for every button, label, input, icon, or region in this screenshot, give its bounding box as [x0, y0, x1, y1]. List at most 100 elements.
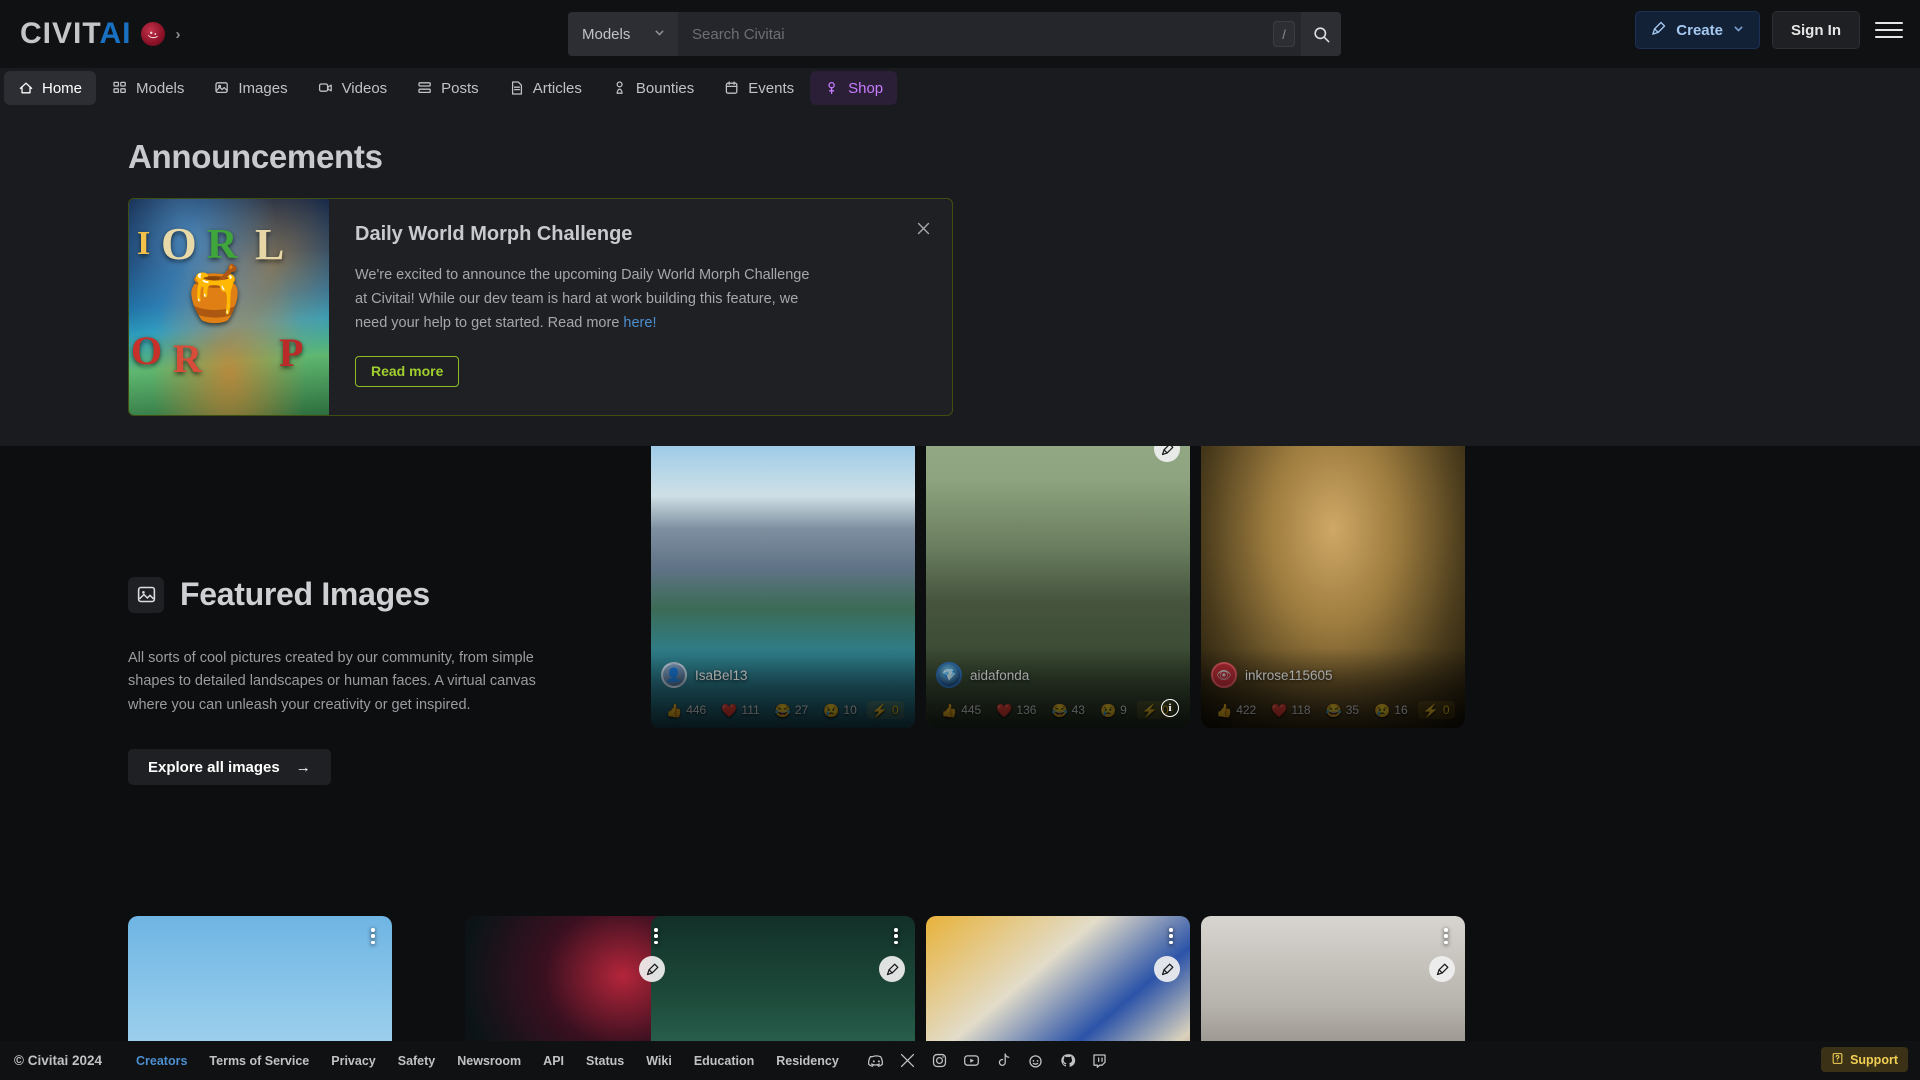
app-footer: © Civitai 2024 Creators Terms of Service P…	[0, 1041, 1920, 1080]
nav-item-label: Images	[238, 79, 288, 97]
card-overlay	[1201, 648, 1465, 728]
nav-item-posts[interactable]: Posts	[403, 71, 493, 105]
footer-link-safety[interactable]: Safety	[398, 1054, 436, 1068]
chevron-down-icon	[1732, 22, 1745, 38]
layers-icon	[417, 80, 433, 96]
logo-ai-text: AI	[99, 17, 132, 50]
nav-item-home[interactable]: Home	[4, 71, 97, 105]
announcement-card: I O R L O R P 🍯 Daily World Morph Challe…	[128, 198, 953, 416]
card-overlay	[651, 648, 915, 728]
social-links	[867, 1052, 1109, 1070]
nav-item-label: Articles	[532, 79, 582, 97]
explore-all-images-button[interactable]: Explore all images →	[128, 749, 331, 786]
discord-icon[interactable]	[867, 1052, 885, 1070]
footer-link-status[interactable]: Status	[586, 1054, 624, 1068]
search-input[interactable]	[678, 12, 1273, 56]
announcement-text: We're excited to announce the upcoming D…	[355, 264, 825, 336]
card-menu-button[interactable]	[888, 926, 904, 946]
github-icon[interactable]	[1059, 1052, 1077, 1070]
footer-link-education[interactable]: Education	[694, 1054, 754, 1068]
home-icon	[18, 80, 34, 96]
search-icon[interactable]	[1301, 12, 1341, 56]
image-card[interactable]: 👤IsaBel13👍446❤️111😂27😢10⚡0	[651, 446, 915, 728]
featured-title: Featured Images	[180, 576, 430, 612]
nav-item-label: Events	[748, 79, 795, 97]
logo-text: CIVITAI	[20, 17, 131, 51]
brush-icon	[1650, 20, 1667, 41]
logo[interactable]: CIVITAI ›	[20, 17, 180, 51]
footer-link-newsroom[interactable]: Newsroom	[457, 1054, 521, 1068]
remix-icon[interactable]	[1429, 956, 1455, 982]
nav-item-shop[interactable]: Shop	[810, 71, 898, 105]
chevron-right-icon[interactable]: ›	[175, 26, 180, 43]
nav-item-label: Home	[42, 79, 83, 97]
featured-intro: Featured Images All sorts of cool pictur…	[128, 576, 648, 786]
nav-item-label: Models	[136, 79, 185, 97]
footer-link-terms-of-service[interactable]: Terms of Service	[209, 1054, 309, 1068]
announcements-section: Announcements I O R L O R P 🍯 Daily Worl…	[0, 108, 1920, 446]
image-icon	[128, 576, 164, 613]
support-button[interactable]: Support	[1821, 1047, 1908, 1072]
close-icon[interactable]	[912, 217, 934, 239]
search-category-dropdown[interactable]: Models	[568, 12, 678, 56]
info-icon[interactable]: i	[1161, 699, 1179, 717]
remix-icon[interactable]	[879, 956, 905, 982]
video-icon	[318, 80, 334, 96]
remix-icon[interactable]	[639, 956, 665, 982]
app-header: CIVITAI › Models / Create	[0, 0, 1920, 68]
nav-item-models[interactable]: Models	[98, 71, 198, 105]
sign-in-button[interactable]: Sign In	[1772, 11, 1860, 49]
nav-item-images[interactable]: Images	[200, 71, 301, 105]
card-menu-button[interactable]	[1163, 926, 1179, 946]
nav-item-events[interactable]: Events	[710, 71, 808, 105]
card-menu-button[interactable]	[1438, 926, 1454, 946]
announcement-body: Daily World Morph Challenge We're excite…	[329, 199, 952, 415]
trophy-icon	[612, 80, 628, 96]
image-icon	[214, 80, 230, 96]
footer-links: Creators Terms of Service Privacy Safety New…	[136, 1054, 861, 1068]
footer-link-residency[interactable]: Residency	[776, 1054, 839, 1068]
read-more-button[interactable]: Read more	[355, 355, 460, 387]
image-card[interactable]: 💎aidafonda👍445❤️136😂43😢9⚡0i	[926, 446, 1190, 728]
nav-item-videos[interactable]: Videos	[304, 71, 402, 105]
create-button-label: Create	[1676, 21, 1723, 39]
remix-icon[interactable]	[1154, 956, 1180, 982]
civitai-mascot-icon[interactable]	[141, 22, 166, 46]
tiktok-icon[interactable]	[995, 1052, 1013, 1070]
footer-link-api[interactable]: API	[543, 1054, 564, 1068]
featured-images-section: Featured Images All sorts of cool pictur…	[0, 446, 1920, 1080]
instagram-icon[interactable]	[931, 1052, 949, 1070]
search-category-label: Models	[582, 25, 631, 43]
search-shortcut-badge: /	[1273, 21, 1295, 47]
footer-link-creators[interactable]: Creators	[136, 1054, 187, 1068]
footer-link-privacy[interactable]: Privacy	[331, 1054, 375, 1068]
youtube-icon[interactable]	[963, 1052, 981, 1070]
reddit-icon[interactable]	[1027, 1052, 1045, 1070]
nav-item-bounties[interactable]: Bounties	[598, 71, 708, 105]
explore-label: Explore all images	[148, 758, 280, 776]
card-overlay	[926, 648, 1190, 728]
footer-link-wiki[interactable]: Wiki	[646, 1054, 672, 1068]
nav-item-label: Bounties	[635, 79, 695, 97]
twitch-icon[interactable]	[1091, 1052, 1109, 1070]
nav-item-label: Videos	[341, 79, 388, 97]
image-card[interactable]: 👁inkrose115605👍422❤️118😂35😢16⚡0	[1201, 446, 1465, 728]
logo-civit-text: CIVIT	[20, 17, 100, 50]
help-icon	[1831, 1052, 1844, 1068]
create-button[interactable]: Create	[1635, 11, 1760, 49]
x-icon[interactable]	[899, 1052, 917, 1070]
search-bar: Models /	[568, 12, 1341, 56]
card-menu-button[interactable]	[648, 926, 664, 946]
announcement-thumbnail[interactable]: I O R L O R P 🍯	[129, 199, 329, 415]
chevron-down-icon	[653, 26, 666, 42]
hamburger-menu-icon[interactable]	[1872, 13, 1906, 47]
announcement-link[interactable]: here!	[623, 315, 656, 331]
header-actions: Create Sign In	[1635, 11, 1906, 49]
featured-header: Featured Images	[128, 576, 648, 613]
card-menu-button[interactable]	[365, 926, 381, 946]
main-navigation: Home Models Images Videos Posts Articles Bount…	[0, 68, 1920, 108]
arrow-right-icon: →	[295, 758, 311, 776]
nav-item-label: Shop	[848, 79, 884, 97]
nav-item-articles[interactable]: Articles	[495, 71, 596, 105]
featured-description: All sorts of cool pictures created by ou…	[128, 650, 536, 713]
